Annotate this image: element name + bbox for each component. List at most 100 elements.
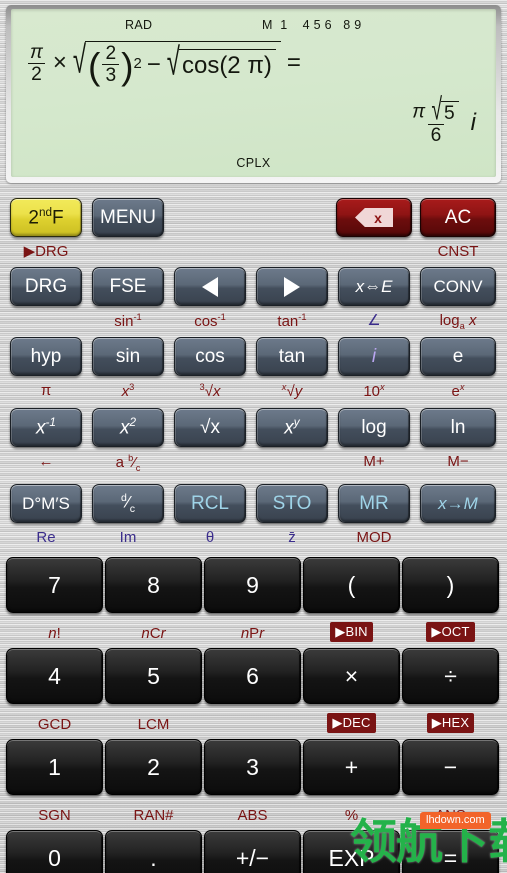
expr-minus: −: [146, 50, 161, 78]
expr-two-thirds: 2 3: [102, 44, 120, 85]
x-exchange-e-button[interactable]: x⇔E: [338, 267, 410, 306]
result-fraction: π √ 5 6: [409, 95, 462, 145]
arrow-left-icon: [202, 276, 218, 297]
divide-label: ÷: [444, 662, 457, 689]
divide-button[interactable]: ÷: [402, 648, 499, 704]
digit-0-button[interactable]: 0: [6, 830, 103, 873]
store-label: STO: [272, 493, 312, 514]
second-function-button[interactable]: 2ndF: [10, 198, 82, 237]
digit-9-button[interactable]: 9: [204, 557, 301, 613]
degrees-minutes-seconds-button[interactable]: D°M′S: [10, 484, 82, 523]
natural-log-button[interactable]: ln: [420, 408, 496, 447]
memory-recall-label: MR: [359, 493, 389, 514]
euler-number-button[interactable]: e: [420, 337, 496, 376]
expr-lparen: (: [88, 44, 101, 87]
sublabel-hexadecimal: ▶HEX: [426, 713, 475, 733]
sublabel-octal: ▶OCT: [426, 622, 475, 642]
angle-mode-indicator: RAD: [125, 18, 153, 32]
sin-label: sin: [115, 346, 141, 367]
tangent-button[interactable]: tan: [256, 337, 328, 376]
square-button[interactable]: x2: [92, 408, 164, 447]
multiply-button[interactable]: ×: [303, 648, 400, 704]
log-button[interactable]: log: [338, 408, 410, 447]
all-clear-label: AC: [444, 207, 472, 228]
tan-label: tan: [278, 346, 306, 367]
radical-sign-outer: √: [72, 39, 87, 83]
imaginary-unit-button[interactable]: i: [338, 337, 410, 376]
fse-label: FSE: [109, 276, 147, 297]
conversion-button[interactable]: CONV: [420, 267, 496, 306]
digit-2-label: 2: [147, 753, 160, 780]
decimal-fraction-button[interactable]: d⁄c: [92, 484, 164, 523]
digit-5-button[interactable]: 5: [105, 648, 202, 704]
digit-7-button[interactable]: 7: [6, 557, 103, 613]
left-paren-label: (: [347, 571, 356, 598]
left-paren-button[interactable]: (: [303, 557, 400, 613]
digit-8-button[interactable]: 8: [105, 557, 202, 613]
sublabel-sign: SGN: [38, 807, 71, 824]
sign-toggle-label: +/−: [235, 844, 270, 871]
digit-6-button[interactable]: 6: [204, 648, 301, 704]
right-paren-label: ): [446, 571, 455, 598]
backspace-button[interactable]: x: [336, 198, 412, 237]
all-clear-button[interactable]: AC: [420, 198, 496, 237]
expr-pi-over-2: π 2: [27, 42, 46, 84]
second-function-label: 2ndF: [28, 206, 64, 229]
imaginary-unit-label: i: [371, 346, 377, 367]
sublabel-ten-power-x: 10x: [363, 382, 385, 400]
sublabel-mixed-fraction: a b⁄c: [115, 453, 141, 473]
digit-7-label: 7: [48, 571, 61, 598]
hyperbolic-button[interactable]: hyp: [10, 337, 82, 376]
sublabel-gcd: GCD: [37, 716, 72, 733]
expr-two: 2: [28, 62, 45, 84]
sublabel-e-power-x: ex: [451, 382, 465, 400]
digit-1-button[interactable]: 1: [6, 739, 103, 795]
backspace-icon: x: [355, 208, 393, 227]
sublabel-real-part: Re: [36, 529, 56, 546]
drg-button[interactable]: DRG: [10, 267, 82, 306]
add-button[interactable]: +: [303, 739, 400, 795]
expr-exponent: 2: [133, 56, 142, 73]
sublabel-log-base-a: loga x: [439, 312, 477, 331]
power-button[interactable]: xy: [256, 408, 328, 447]
digit-4-button[interactable]: 4: [6, 648, 103, 704]
sublabel-pi: π: [40, 382, 52, 399]
drg-label: DRG: [24, 276, 68, 297]
digit-4-label: 4: [48, 662, 61, 689]
digit-3-button[interactable]: 3: [204, 739, 301, 795]
x-to-memory-label: x→M: [438, 494, 478, 513]
sublabel-left-arrow: ←: [38, 453, 54, 470]
x-to-memory-button[interactable]: x→M: [420, 484, 496, 523]
expr-rparen: ): [121, 44, 134, 87]
reciprocal-button[interactable]: x-1: [10, 408, 82, 447]
sublabel-arctan: tan-1: [277, 312, 307, 330]
square-root-label: √x: [200, 417, 220, 438]
sign-toggle-button[interactable]: +/−: [204, 830, 301, 873]
digit-2-button[interactable]: 2: [105, 739, 202, 795]
recall-label: RCL: [190, 493, 229, 514]
calculator-display[interactable]: RAD M 1 4 5 6 8 9 π 2 × √ ( 2 3) 2 − √ …: [11, 9, 496, 177]
decimal-point-button[interactable]: .: [105, 830, 202, 873]
digit-6-label: 6: [246, 662, 259, 689]
sine-button[interactable]: sin: [92, 337, 164, 376]
complex-mode-indicator: CPLX: [236, 156, 271, 170]
result-imaginary-unit: i: [470, 109, 476, 137]
cosine-button[interactable]: cos: [174, 337, 246, 376]
watermark-badge: lhdown.com: [420, 812, 491, 829]
store-button[interactable]: STO: [256, 484, 328, 523]
fse-button[interactable]: FSE: [92, 267, 164, 306]
cursor-left-button[interactable]: [174, 267, 246, 306]
dms-label: D°M′S: [22, 494, 70, 513]
menu-button[interactable]: MENU: [92, 198, 164, 237]
radical-sign-result: √: [431, 93, 442, 128]
recall-button[interactable]: RCL: [174, 484, 246, 523]
cursor-right-button[interactable]: [256, 267, 328, 306]
subtract-button[interactable]: −: [402, 739, 499, 795]
right-paren-button[interactable]: ): [402, 557, 499, 613]
square-root-button[interactable]: √x: [174, 408, 246, 447]
memory-recall-button[interactable]: MR: [338, 484, 410, 523]
result-radical: √ 5: [431, 95, 459, 126]
dc-label: d⁄c: [121, 491, 135, 515]
expression-line: π 2 × √ ( 2 3 ) 2 − √ cos(2 π) =: [25, 41, 306, 85]
log-label: log: [361, 417, 387, 438]
